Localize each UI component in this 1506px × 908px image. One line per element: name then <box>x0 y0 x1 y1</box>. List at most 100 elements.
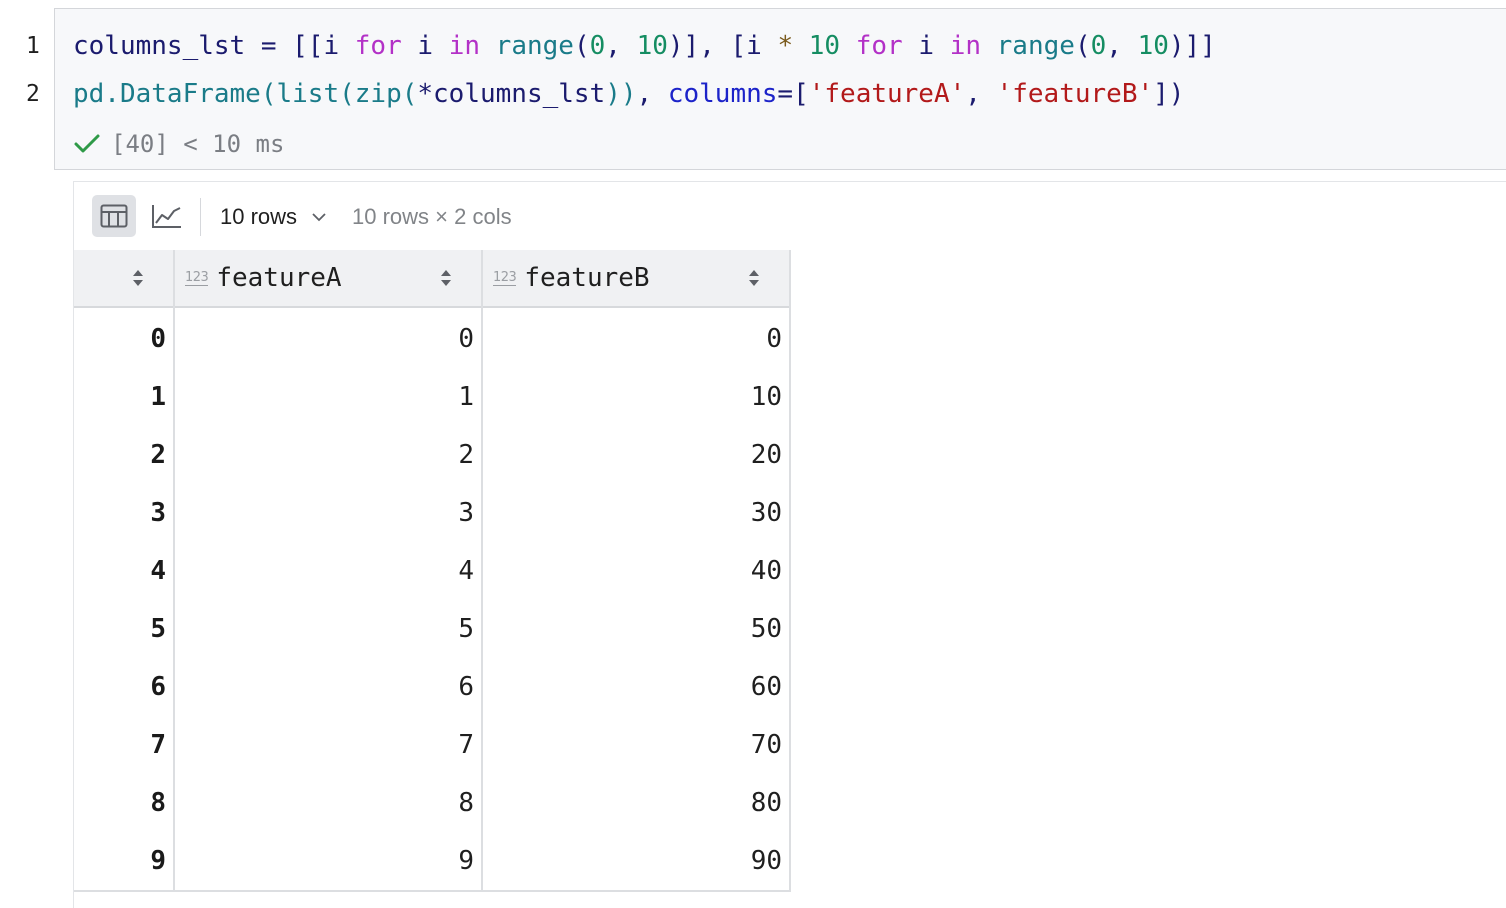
sort-icon[interactable] <box>748 269 760 287</box>
code-token: , <box>965 79 997 109</box>
row-index-cell[interactable]: 8 <box>74 774 174 832</box>
code-token: i <box>902 31 950 61</box>
execution-status: [40] < 10 ms <box>73 128 284 160</box>
row-index-cell[interactable]: 7 <box>74 716 174 774</box>
code-number: 10 <box>808 31 841 61</box>
row-index-cell[interactable]: 1 <box>74 368 174 426</box>
code-number: 10 <box>1137 31 1169 61</box>
featureB-cell[interactable]: 70 <box>482 716 790 774</box>
table-row[interactable]: 1 1 10 <box>74 368 790 426</box>
table-header: 123 featureA 123 featureB <box>74 250 790 308</box>
code-keyword: for <box>354 31 402 61</box>
featureB-cell[interactable]: 60 <box>482 658 790 716</box>
table-row[interactable]: 2 2 20 <box>74 426 790 484</box>
featureB-cell[interactable]: 30 <box>482 484 790 542</box>
rows-dropdown[interactable]: 10 rows <box>220 200 327 234</box>
table-row[interactable]: 8 8 80 <box>74 774 790 832</box>
sort-icon[interactable] <box>132 269 144 287</box>
sort-icon[interactable] <box>440 269 452 287</box>
table-row[interactable]: 7 7 70 <box>74 716 790 774</box>
code-string: 'featureB' <box>996 79 1154 109</box>
row-index-cell[interactable]: 2 <box>74 426 174 484</box>
code-token: ]) <box>1153 79 1185 109</box>
code-line-1[interactable]: columns_lst = [[i for i in range(0, 10)]… <box>73 30 1216 62</box>
code-token: , <box>1106 31 1138 61</box>
featureB-cell[interactable]: 90 <box>482 832 790 890</box>
output-panel: 10 rows 10 rows × 2 cols 123 featureA 12… <box>73 181 1506 908</box>
code-keyword: for <box>855 31 903 61</box>
code-function: range <box>996 31 1075 61</box>
code-keyword: in <box>448 31 481 61</box>
code-token: ( <box>573 31 590 61</box>
row-index-cell[interactable]: 6 <box>74 658 174 716</box>
table-bottom-border <box>74 890 790 892</box>
featureB-cell[interactable]: 20 <box>482 426 790 484</box>
line-chart-icon <box>152 205 181 228</box>
row-index-cell[interactable]: 5 <box>74 600 174 658</box>
column-header-label: featureA <box>216 263 342 293</box>
featureA-cell[interactable]: 3 <box>174 484 482 542</box>
row-index-cell[interactable]: 3 <box>74 484 174 542</box>
code-line-2[interactable]: pd.DataFrame(list(zip(*columns_lst)), co… <box>73 78 1184 110</box>
line-number-2: 2 <box>26 81 40 107</box>
table-row[interactable]: 4 4 40 <box>74 542 790 600</box>
table-row[interactable]: 9 9 90 <box>74 832 790 890</box>
featureA-cell[interactable]: 6 <box>174 658 482 716</box>
table-icon <box>100 204 128 228</box>
table-row[interactable]: 5 5 50 <box>74 600 790 658</box>
featureB-cell[interactable]: 10 <box>482 368 790 426</box>
toolbar-divider <box>200 198 201 236</box>
featureA-cell[interactable]: 5 <box>174 600 482 658</box>
execution-status-text: [40] < 10 ms <box>111 130 285 158</box>
checkmark-icon <box>74 134 100 153</box>
featureA-cell[interactable]: 1 <box>174 368 482 426</box>
rows-dropdown-label: 10 rows <box>220 204 298 229</box>
code-token: columns_lst = [[i <box>73 31 355 61</box>
code-function: )) <box>605 79 637 109</box>
featureA-cell[interactable]: 7 <box>174 716 482 774</box>
code-operator: * <box>777 31 794 61</box>
row-index-cell[interactable]: 9 <box>74 832 174 890</box>
featureB-cell[interactable]: 80 <box>482 774 790 832</box>
featureA-cell[interactable]: 9 <box>174 832 482 890</box>
featureB-cell[interactable]: 0 <box>482 310 790 368</box>
code-token: )], [i <box>667 31 778 61</box>
table-view-button[interactable] <box>92 195 136 237</box>
chart-view-button[interactable] <box>145 195 189 237</box>
table-row[interactable]: 6 6 60 <box>74 658 790 716</box>
code-function: range <box>495 31 574 61</box>
featureA-cell[interactable]: 2 <box>174 426 482 484</box>
code-number: 0 <box>1090 31 1107 61</box>
table-shape-label: 10 rows × 2 cols <box>352 204 512 229</box>
table-row[interactable]: 000 <box>74 310 790 368</box>
row-index-cell[interactable]: 0 <box>74 310 174 368</box>
line-number-1: 1 <box>26 33 40 59</box>
featureB-cell[interactable]: 40 <box>482 542 790 600</box>
code-token: *columns_lst <box>417 79 606 109</box>
code-token: )]] <box>1168 31 1216 61</box>
numeric-type-badge: 123 <box>493 269 517 286</box>
column-header-label: featureB <box>524 263 650 293</box>
featureB-cell[interactable]: 50 <box>482 600 790 658</box>
code-string: 'featureA' <box>808 79 966 109</box>
row-index-cell[interactable]: 4 <box>74 542 174 600</box>
code-keyword: in <box>949 31 981 61</box>
featureA-cell[interactable]: 0 <box>174 310 482 368</box>
code-token: i <box>401 31 449 61</box>
featureA-cell[interactable]: 4 <box>174 542 482 600</box>
index-column-header[interactable] <box>74 250 174 306</box>
featureA-cell[interactable]: 8 <box>174 774 482 832</box>
numeric-type-badge: 123 <box>185 269 209 286</box>
column-header-featureA[interactable]: 123 featureA <box>174 250 482 306</box>
code-token: =[ <box>777 79 809 109</box>
code-function: pd.DataFrame(list(zip( <box>73 79 418 109</box>
table-row[interactable]: 3 3 30 <box>74 484 790 542</box>
code-parameter: columns <box>667 79 778 109</box>
code-number: 0 <box>589 31 606 61</box>
chevron-down-icon <box>312 213 326 222</box>
output-toolbar: 10 rows 10 rows × 2 cols <box>74 182 1506 250</box>
column-header-featureB[interactable]: 123 featureB <box>482 250 790 306</box>
